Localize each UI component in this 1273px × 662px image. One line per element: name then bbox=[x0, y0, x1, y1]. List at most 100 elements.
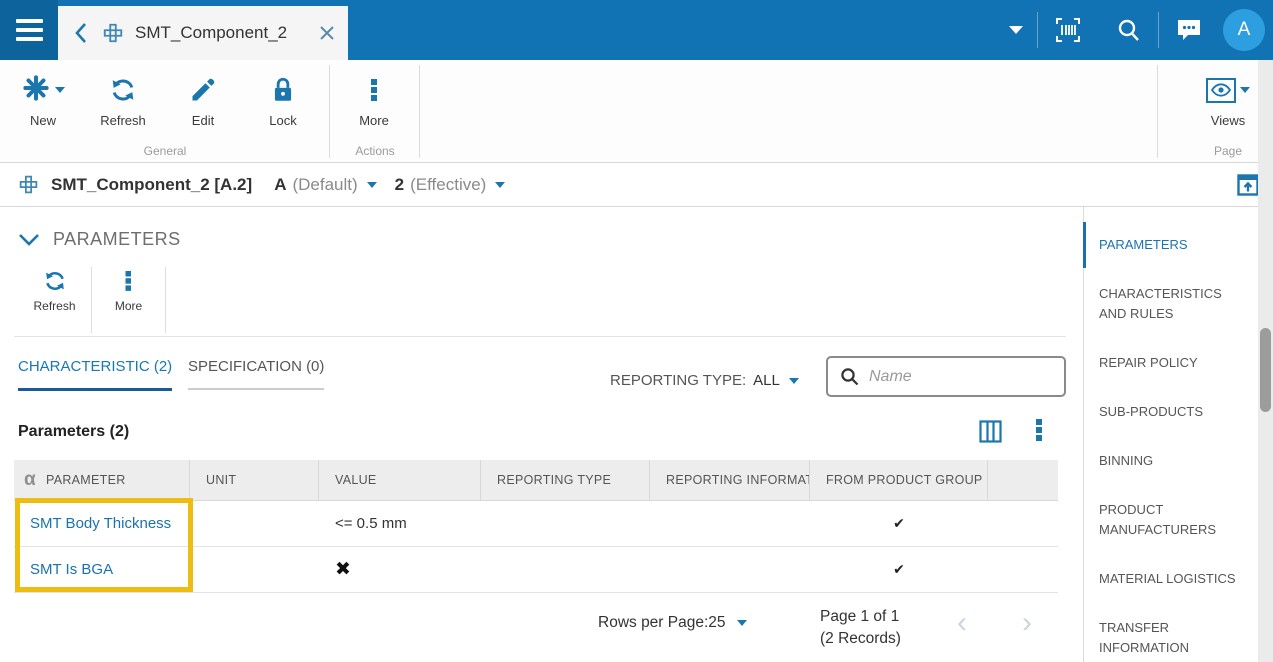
section-nav-rail: PARAMETERS CHARACTERISTICS AND RULES REP… bbox=[1083, 207, 1258, 662]
refresh-icon bbox=[83, 72, 163, 108]
panel-more-button[interactable]: More bbox=[92, 267, 165, 313]
value-cross-mark: ✖ bbox=[319, 547, 481, 592]
panel-refresh-label: Refresh bbox=[18, 299, 91, 313]
grid-more-icon[interactable] bbox=[1036, 419, 1042, 441]
avatar[interactable]: A bbox=[1223, 9, 1265, 51]
new-dropdown-icon[interactable] bbox=[55, 87, 65, 93]
column-header-from-product-group[interactable]: FROM PRODUCT GROUP bbox=[810, 460, 988, 500]
toolbar-group-page: Page bbox=[1188, 144, 1268, 158]
barcode-scan-icon[interactable] bbox=[1038, 17, 1098, 43]
refresh-button[interactable]: Refresh bbox=[83, 72, 163, 128]
open-in-window-icon[interactable] bbox=[1237, 174, 1259, 196]
rows-per-page-dropdown-icon[interactable] bbox=[737, 620, 747, 626]
chat-icon[interactable] bbox=[1159, 18, 1219, 42]
refresh-icon bbox=[18, 267, 91, 295]
toolbar-group-general: General bbox=[0, 144, 330, 158]
reporting-information-cell bbox=[650, 501, 810, 546]
views-button[interactable]: Views bbox=[1188, 72, 1268, 128]
nav-item-product-manufacturers[interactable]: PRODUCT MANUFACTURERS bbox=[1084, 500, 1258, 540]
tab-specification[interactable]: SPECIFICATION (0) bbox=[188, 358, 324, 390]
panel-toolbar-divider bbox=[165, 267, 166, 333]
column-header-extra bbox=[988, 460, 1058, 500]
lock-button[interactable]: Lock bbox=[243, 72, 323, 128]
reporting-type-value: ALL bbox=[753, 372, 780, 389]
edit-button-label: Edit bbox=[163, 113, 243, 128]
reporting-type-cell bbox=[481, 501, 650, 546]
previous-page-icon[interactable]: ‹ bbox=[957, 605, 967, 641]
next-page-icon[interactable]: › bbox=[1022, 605, 1032, 641]
nav-item-transfer-information[interactable]: TRANSFER INFORMATION bbox=[1084, 618, 1258, 658]
records-info-line: (2 Records) bbox=[820, 628, 901, 650]
rows-per-page-value: 25 bbox=[708, 614, 725, 632]
from-product-group-check: ✔ bbox=[810, 547, 988, 592]
parameter-link[interactable]: SMT Is BGA bbox=[30, 561, 113, 578]
views-dropdown-icon[interactable] bbox=[1240, 87, 1250, 93]
version-dropdown-icon[interactable] bbox=[495, 182, 505, 188]
reporting-type-filter[interactable]: REPORTING TYPE: ALL bbox=[610, 372, 799, 389]
search-input[interactable] bbox=[859, 368, 1064, 386]
section-title: PARAMETERS bbox=[53, 229, 181, 250]
parameter-link[interactable]: SMT Body Thickness bbox=[30, 515, 171, 532]
reporting-type-dropdown-icon[interactable] bbox=[789, 378, 799, 384]
vertical-ellipsis-icon bbox=[92, 267, 165, 295]
column-header-unit[interactable]: UNIT bbox=[190, 460, 319, 500]
magnifier-icon bbox=[840, 367, 859, 386]
nav-item-repair-policy[interactable]: REPAIR POLICY bbox=[1084, 353, 1258, 373]
alpha-sort-icon: α bbox=[24, 469, 36, 491]
panel-toolbar-border bbox=[14, 336, 1066, 337]
nav-item-characteristics-and-rules[interactable]: CHARACTERISTICS AND RULES bbox=[1084, 284, 1258, 324]
more-button-label: More bbox=[334, 113, 414, 128]
table-row[interactable]: SMT Is BGA ✖ ✔ bbox=[14, 547, 1058, 593]
version-value: 2 bbox=[395, 175, 404, 195]
column-header-parameter[interactable]: α PARAMETER bbox=[14, 460, 190, 500]
tab-list-dropdown-icon[interactable] bbox=[995, 26, 1037, 34]
new-button[interactable]: New bbox=[3, 72, 83, 128]
page-info: Page 1 of 1 (2 Records) bbox=[820, 606, 901, 650]
breadcrumb: SMT_Component_2 [A.2] A (Default) 2 (Eff… bbox=[0, 163, 1273, 207]
lock-icon bbox=[243, 72, 323, 108]
nav-item-sub-products[interactable]: SUB-PRODUCTS bbox=[1084, 402, 1258, 422]
from-product-group-check: ✔ bbox=[810, 501, 988, 546]
collapse-section-icon[interactable] bbox=[18, 233, 40, 246]
value-cell: <= 0.5 mm bbox=[319, 501, 481, 546]
column-header-label: PARAMETER bbox=[46, 473, 126, 487]
parameters-panel: PARAMETERS Refresh More CHARACTERISTIC (… bbox=[0, 207, 1066, 662]
tab-title: SMT_Component_2 bbox=[135, 23, 319, 43]
scrollbar-thumb[interactable] bbox=[1260, 328, 1271, 412]
nav-item-binning[interactable]: BINNING bbox=[1084, 451, 1258, 471]
toolbar-group-actions: Actions bbox=[330, 144, 420, 158]
lock-button-label: Lock bbox=[243, 113, 323, 128]
panel-refresh-button[interactable]: Refresh bbox=[18, 267, 91, 313]
column-settings-icon[interactable] bbox=[979, 420, 1002, 443]
close-icon[interactable] bbox=[319, 25, 335, 41]
panel-more-label: More bbox=[92, 299, 165, 313]
hamburger-menu-button[interactable] bbox=[0, 0, 58, 60]
unit-cell bbox=[190, 501, 319, 546]
search-icon[interactable] bbox=[1098, 18, 1158, 43]
views-button-label: Views bbox=[1188, 113, 1268, 128]
tab-characteristic[interactable]: CHARACTERISTIC (2) bbox=[18, 358, 172, 391]
revision-dropdown-icon[interactable] bbox=[367, 182, 377, 188]
table-row[interactable]: SMT Body Thickness <= 0.5 mm ✔ bbox=[14, 501, 1058, 547]
new-button-label: New bbox=[3, 113, 83, 128]
edit-button[interactable]: Edit bbox=[163, 72, 243, 128]
revision-value: A bbox=[274, 175, 286, 195]
vertical-scrollbar[interactable] bbox=[1258, 60, 1273, 662]
more-button[interactable]: More bbox=[334, 72, 414, 128]
column-header-reporting-information[interactable]: REPORTING INFORMATI bbox=[650, 460, 810, 500]
column-header-value[interactable]: VALUE bbox=[319, 460, 481, 500]
column-header-reporting-type[interactable]: REPORTING TYPE bbox=[481, 460, 650, 500]
rows-per-page-selector[interactable]: Rows per Page: 25 bbox=[598, 614, 747, 632]
nav-item-parameters[interactable]: PARAMETERS bbox=[1084, 235, 1258, 255]
document-tab[interactable]: SMT_Component_2 bbox=[58, 6, 348, 60]
parameters-table: α PARAMETER UNIT VALUE REPORTING TYPE RE… bbox=[14, 460, 1058, 593]
back-icon[interactable] bbox=[73, 22, 89, 44]
application-window: SMT_Component_2 bbox=[0, 0, 1273, 662]
nav-item-material-logistics[interactable]: MATERIAL LOGISTICS bbox=[1084, 569, 1258, 589]
search-box bbox=[826, 356, 1066, 397]
extra-cell bbox=[988, 547, 1058, 592]
reporting-type-cell bbox=[481, 547, 650, 592]
pencil-icon bbox=[163, 72, 243, 108]
eye-icon bbox=[1206, 78, 1236, 103]
revision-label: (Default) bbox=[292, 175, 357, 195]
